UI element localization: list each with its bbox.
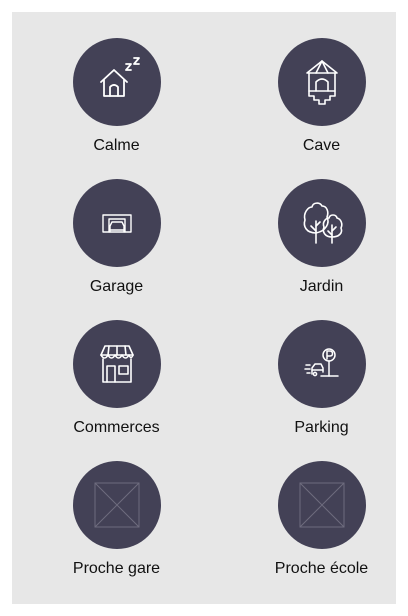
amenity-icon-circle bbox=[277, 320, 366, 408]
amenity-proche-ecole[interactable]: Proche école bbox=[219, 461, 408, 602]
amenity-label: Proche école bbox=[274, 560, 369, 577]
amenity-commerces[interactable]: Commerces bbox=[14, 320, 219, 461]
amenity-label: Commerces bbox=[73, 419, 160, 436]
amenity-icon-circle bbox=[277, 38, 366, 126]
amenity-label: Calme bbox=[93, 137, 140, 154]
house-sleeping-icon bbox=[99, 57, 140, 97]
placeholder-image-icon bbox=[94, 482, 139, 528]
amenity-label: Cave bbox=[302, 137, 341, 154]
amenity-label: Garage bbox=[89, 278, 144, 295]
amenity-label: Jardin bbox=[299, 278, 344, 295]
cellar-icon bbox=[305, 60, 338, 105]
amenities-grid: Calme Cave Garage Jardin Commerces Parki… bbox=[14, 38, 398, 602]
amenity-icon-circle bbox=[72, 38, 161, 126]
amenity-garage[interactable]: Garage bbox=[14, 179, 219, 320]
placeholder-image-icon bbox=[299, 482, 344, 528]
amenity-icon-circle bbox=[72, 320, 161, 408]
parking-icon bbox=[303, 348, 339, 377]
shop-icon bbox=[99, 345, 134, 383]
amenity-label: Parking bbox=[294, 419, 349, 436]
garage-icon bbox=[101, 214, 132, 233]
amenity-icon-circle bbox=[277, 179, 366, 267]
amenity-cave[interactable]: Cave bbox=[219, 38, 408, 179]
amenity-proche-gare[interactable]: Proche gare bbox=[14, 461, 219, 602]
amenity-parking[interactable]: Parking bbox=[219, 320, 408, 461]
amenity-icon-circle bbox=[72, 179, 161, 267]
amenity-calme[interactable]: Calme bbox=[14, 38, 219, 179]
trees-icon bbox=[303, 202, 343, 244]
amenity-icon-circle bbox=[277, 461, 366, 549]
amenity-jardin[interactable]: Jardin bbox=[219, 179, 408, 320]
amenity-label: Proche gare bbox=[72, 560, 161, 577]
amenity-icon-circle bbox=[72, 461, 161, 549]
